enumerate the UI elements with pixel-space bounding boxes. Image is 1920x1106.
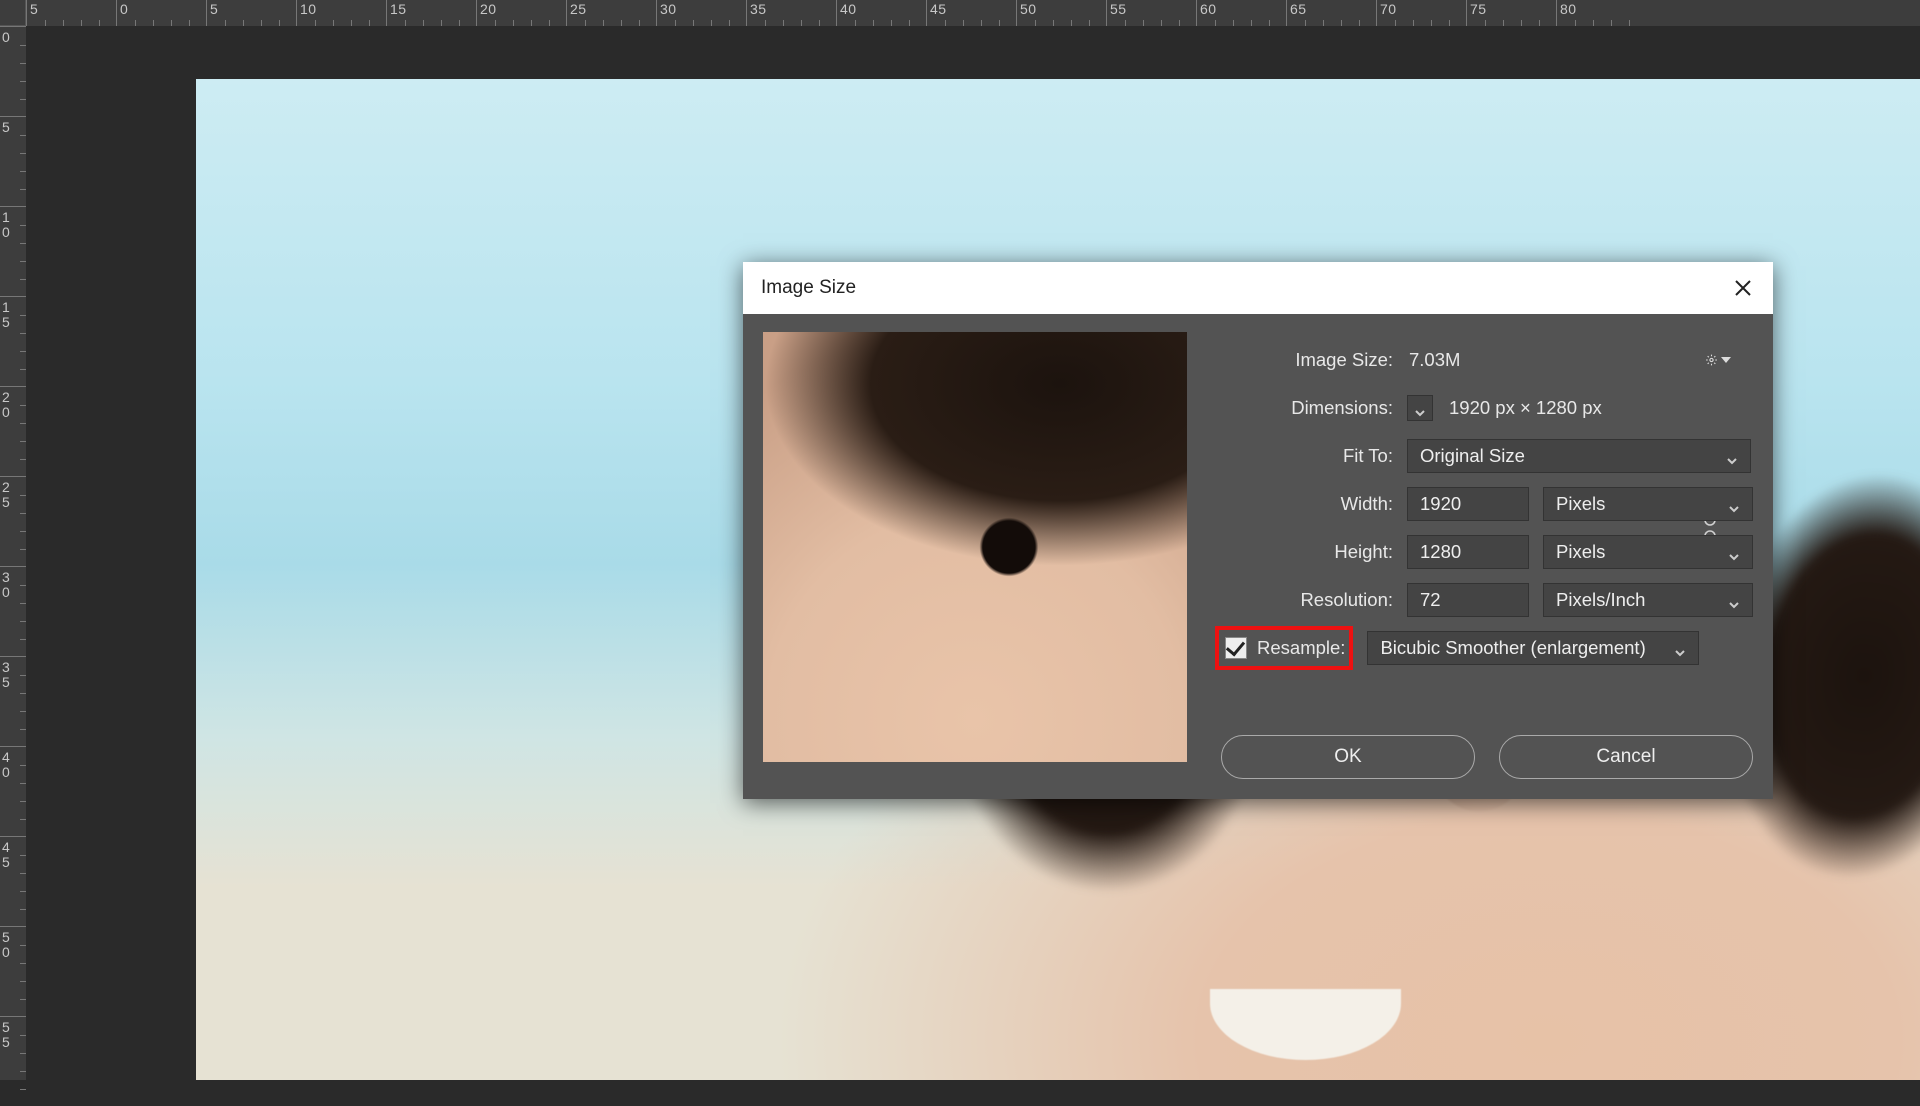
image-size-dialog: Image Size Image Size: 7.03M [743, 262, 1773, 799]
resample-checkbox[interactable] [1225, 637, 1247, 659]
resample-label: Resample: [1257, 637, 1345, 659]
ruler-corner [0, 0, 26, 26]
ruler-vertical[interactable] [0, 26, 26, 1080]
ruler-tick [0, 386, 26, 476]
chevron-down-icon [1728, 594, 1740, 606]
fit-to-label: Fit To: [1221, 445, 1407, 467]
chevron-down-icon [1728, 498, 1740, 510]
preview-image [763, 332, 1187, 762]
dialog-title: Image Size [761, 277, 856, 299]
ruler-tick [1106, 0, 1196, 26]
close-icon[interactable] [1731, 276, 1755, 300]
height-input[interactable]: 1280 [1407, 535, 1529, 569]
fit-to-select[interactable]: Original Size [1407, 439, 1751, 473]
ruler-tick [1196, 0, 1286, 26]
image-size-label: Image Size: [1221, 349, 1407, 371]
dimensions-value: 1920 px × 1280 px [1449, 397, 1602, 419]
cancel-button[interactable]: Cancel [1499, 735, 1753, 779]
chevron-down-icon [1728, 546, 1740, 558]
ruler-tick [0, 206, 26, 296]
ruler-tick [0, 476, 26, 566]
gear-icon[interactable] [1705, 350, 1731, 370]
ruler-tick [836, 0, 926, 26]
ruler-tick [1466, 0, 1556, 26]
ruler-tick [1016, 0, 1106, 26]
width-input[interactable]: 1920 [1407, 487, 1529, 521]
ruler-horizontal[interactable] [26, 0, 1920, 26]
ok-button[interactable]: OK [1221, 735, 1475, 779]
ruler-tick [0, 746, 26, 836]
ruler-tick [0, 1016, 26, 1106]
chevron-down-icon [1721, 357, 1731, 363]
ruler-tick [1376, 0, 1466, 26]
dimensions-label: Dimensions: [1221, 397, 1407, 419]
width-unit-select[interactable]: Pixels [1543, 487, 1753, 521]
resolution-label: Resolution: [1221, 589, 1407, 611]
ruler-tick [0, 116, 26, 206]
dialog-titlebar[interactable]: Image Size [743, 262, 1773, 314]
ruler-tick [746, 0, 836, 26]
ruler-tick [0, 656, 26, 746]
height-unit-select[interactable]: Pixels [1543, 535, 1753, 569]
image-size-value: 7.03M [1409, 349, 1460, 371]
ruler-tick [0, 566, 26, 656]
ruler-tick [0, 926, 26, 1016]
ruler-tick [116, 0, 206, 26]
dimensions-unit-dropdown[interactable] [1407, 395, 1433, 421]
ruler-tick [926, 0, 1016, 26]
ruler-tick [26, 0, 116, 26]
ruler-tick [476, 0, 566, 26]
ruler-tick [656, 0, 746, 26]
resample-highlight: Resample: [1215, 626, 1353, 670]
chevron-down-icon [1726, 450, 1738, 462]
height-label: Height: [1221, 541, 1407, 563]
resolution-unit-select[interactable]: Pixels/Inch [1543, 583, 1753, 617]
ruler-tick [0, 26, 26, 116]
ruler-tick [566, 0, 656, 26]
resample-select[interactable]: Bicubic Smoother (enlargement) [1367, 631, 1699, 665]
preview-thumbnail[interactable] [763, 332, 1187, 762]
ruler-tick [206, 0, 296, 26]
ruler-tick [386, 0, 476, 26]
fit-to-value: Original Size [1420, 445, 1525, 467]
ruler-tick [1286, 0, 1376, 26]
workspace[interactable]: Image Size Image Size: 7.03M [26, 26, 1920, 1080]
ruler-tick [1556, 0, 1646, 26]
resolution-input[interactable]: 72 [1407, 583, 1529, 617]
chevron-down-icon [1674, 642, 1686, 654]
ruler-tick [0, 836, 26, 926]
ruler-tick [296, 0, 386, 26]
ruler-tick [0, 296, 26, 386]
width-label: Width: [1221, 493, 1407, 515]
